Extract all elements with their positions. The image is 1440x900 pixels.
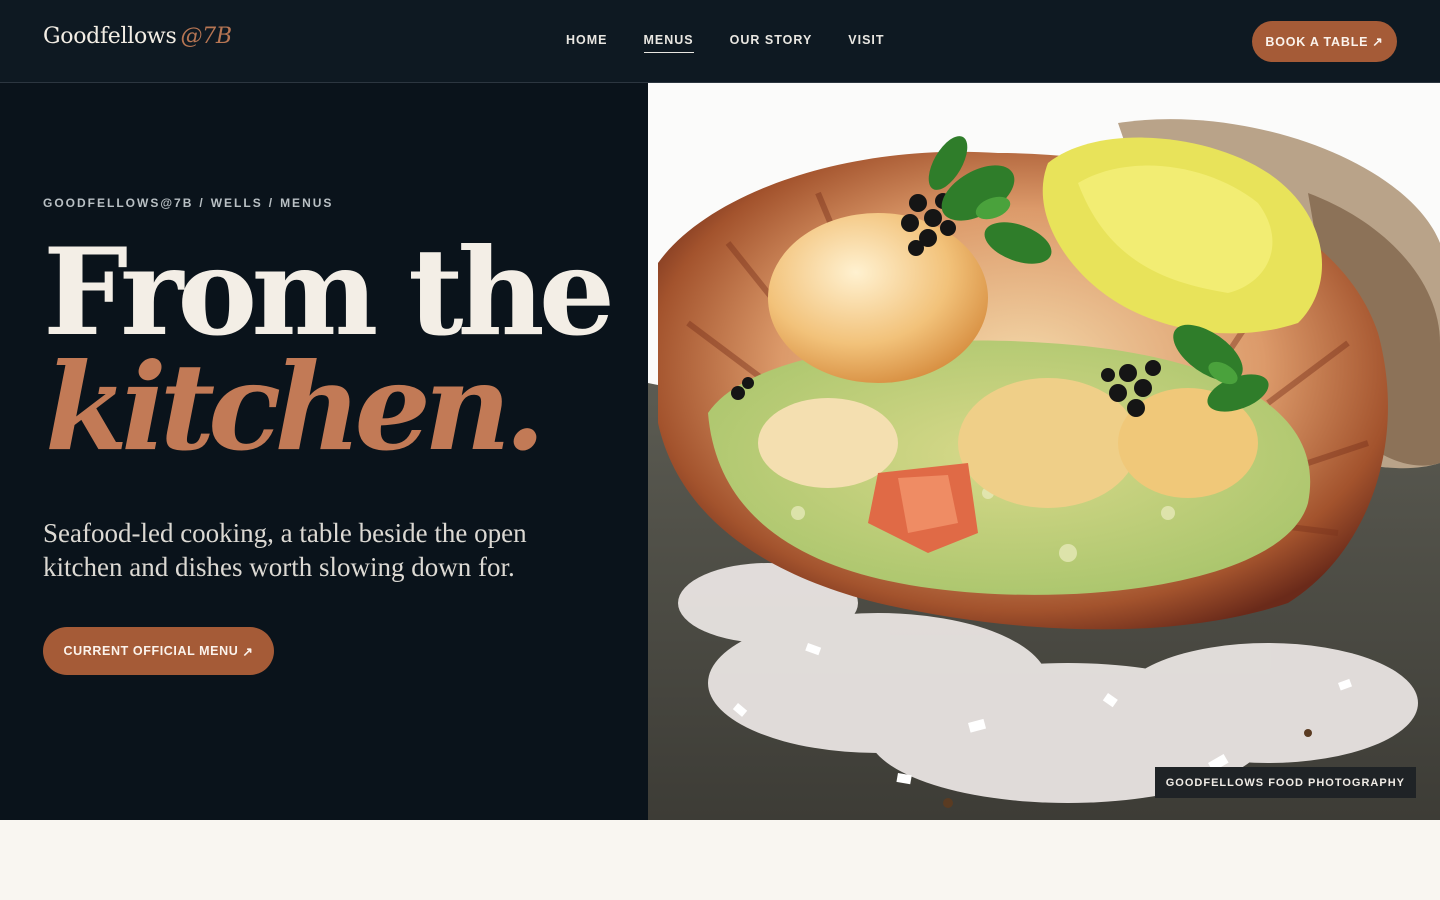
breadcrumb-item-venue[interactable]: GOODFELLOWS@7B <box>43 196 193 210</box>
brand-logo[interactable]: Goodfellows @7B <box>43 24 232 49</box>
book-a-table-label: BOOK A TABLE <box>1265 34 1369 49</box>
next-section <box>0 820 1440 900</box>
site-header: Goodfellows @7B HOME MENUS OUR STORY VISI… <box>0 0 1440 83</box>
brand-suffix: @7B <box>180 24 232 49</box>
brand-name: Goodfellows <box>43 24 177 49</box>
breadcrumb-separator: / <box>199 196 205 210</box>
nav-item-menus[interactable]: MENUS <box>643 33 694 53</box>
hero-text-panel: GOODFELLOWS@7B / WELLS / MENUS From the kitc… <box>0 83 648 820</box>
breadcrumb: GOODFELLOWS@7B / WELLS / MENUS <box>43 196 333 210</box>
main-nav: HOME MENUS OUR STORY VISIT <box>566 33 885 53</box>
nav-item-visit[interactable]: VISIT <box>848 33 884 53</box>
hero-food-photo: GOODFELLOWS FOOD PHOTOGRAPHY <box>648 83 1440 820</box>
current-menu-button[interactable]: CURRENT OFFICIAL MENU ↗ <box>43 627 274 675</box>
breadcrumb-item-current: MENUS <box>280 196 334 210</box>
page-title: From the kitchen. <box>43 222 615 478</box>
arrow-up-right-icon: ↗ <box>242 644 254 659</box>
image-credit: GOODFELLOWS FOOD PHOTOGRAPHY <box>1154 767 1416 798</box>
page-title-line-2: kitchen. <box>45 337 546 478</box>
arrow-up-right-icon: ↗ <box>1372 35 1384 49</box>
current-menu-label: CURRENT OFFICIAL MENU <box>63 644 239 658</box>
page-title-line-1: From the <box>43 222 615 363</box>
nav-item-home[interactable]: HOME <box>566 33 608 53</box>
breadcrumb-separator: / <box>268 196 275 210</box>
scallop-dish-illustration <box>648 83 1440 820</box>
hero-description: Seafood-led cooking, a table beside the … <box>43 518 527 582</box>
book-a-table-button[interactable]: BOOK A TABLE ↗ <box>1252 21 1397 62</box>
nav-item-our-story[interactable]: OUR STORY <box>730 33 813 53</box>
breadcrumb-item-location[interactable]: WELLS <box>211 196 263 210</box>
